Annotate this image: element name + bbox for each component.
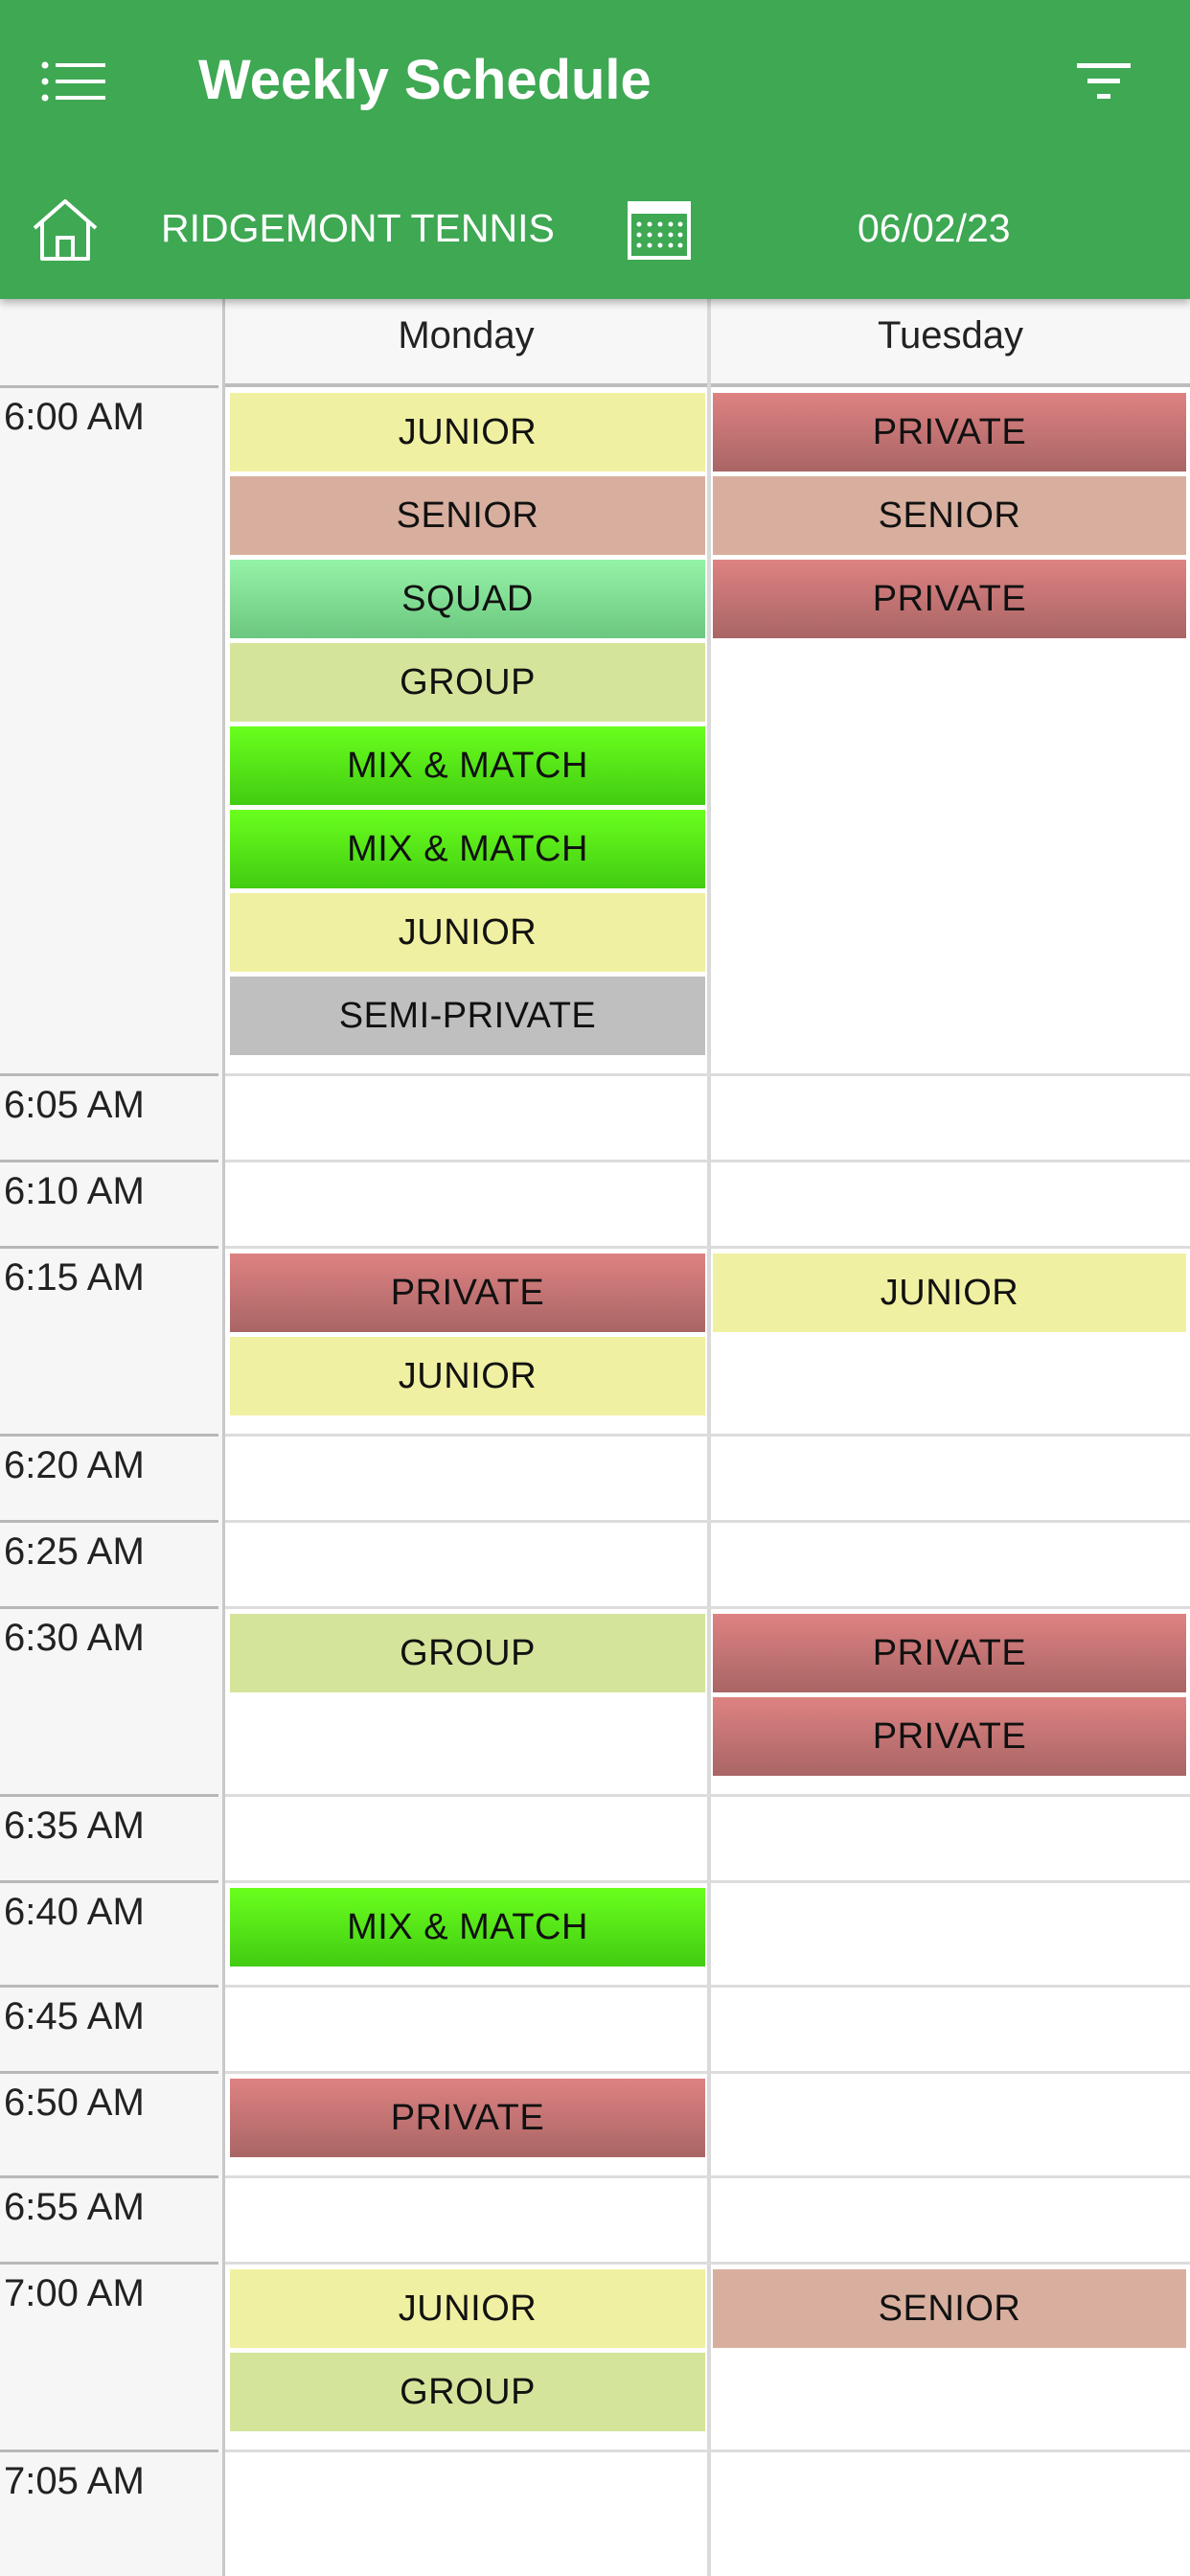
time-row-divider xyxy=(0,2071,218,2074)
event-junior[interactable]: JUNIOR xyxy=(230,1337,705,1415)
time-row-divider xyxy=(0,1606,218,1609)
time-column xyxy=(0,299,225,2576)
time-row-divider xyxy=(0,1246,218,1249)
event-mix-match[interactable]: MIX & MATCH xyxy=(230,726,705,805)
time-row-divider xyxy=(0,2262,218,2265)
event-group[interactable]: GROUP xyxy=(230,643,705,722)
row-divider xyxy=(225,1520,1190,1523)
event-private[interactable]: PRIVATE xyxy=(713,393,1186,472)
filter-icon[interactable] xyxy=(1073,58,1150,105)
time-label: 7:05 AM xyxy=(4,2460,145,2502)
event-mix-match[interactable]: MIX & MATCH xyxy=(230,810,705,888)
event-private[interactable]: PRIVATE xyxy=(230,2079,705,2157)
row-divider xyxy=(225,2450,1190,2452)
column-divider xyxy=(707,299,711,2576)
time-label: 6:40 AM xyxy=(4,1891,145,1933)
event-senior[interactable]: SENIOR xyxy=(713,476,1186,555)
time-label: 6:55 AM xyxy=(4,2186,145,2228)
event-group[interactable]: GROUP xyxy=(230,2353,705,2431)
time-row-divider xyxy=(0,1880,218,1883)
time-label: 6:45 AM xyxy=(4,1995,145,2037)
event-junior[interactable]: JUNIOR xyxy=(230,2269,705,2348)
event-junior[interactable]: JUNIOR xyxy=(230,393,705,472)
event-private[interactable]: PRIVATE xyxy=(713,560,1186,638)
calendar-icon[interactable] xyxy=(627,197,692,261)
club-name[interactable]: RIDGEMONT TENNIS xyxy=(161,201,555,255)
time-label: 6:15 AM xyxy=(4,1256,145,1299)
time-label: 6:10 AM xyxy=(4,1170,145,1212)
day-header-tuesday: Tuesday xyxy=(711,299,1190,387)
row-divider xyxy=(225,2071,1190,2074)
list-menu-icon[interactable] xyxy=(38,58,115,105)
day-header-monday: Monday xyxy=(225,299,707,387)
row-divider xyxy=(225,1160,1190,1162)
event-senior[interactable]: SENIOR xyxy=(230,476,705,555)
time-label: 6:50 AM xyxy=(4,2082,145,2124)
time-label: 6:00 AM xyxy=(4,396,145,438)
row-divider xyxy=(225,1880,1190,1883)
event-squad[interactable]: SQUAD xyxy=(230,560,705,638)
event-junior[interactable]: JUNIOR xyxy=(230,893,705,972)
event-semi-private[interactable]: SEMI-PRIVATE xyxy=(230,977,705,1055)
app-bar: Weekly Schedule RIDGEMONT TENNIS 06/02/2… xyxy=(0,0,1190,299)
row-divider xyxy=(225,2262,1190,2265)
event-senior[interactable]: SENIOR xyxy=(713,2269,1186,2348)
row-divider xyxy=(225,1434,1190,1437)
time-label: 6:05 AM xyxy=(4,1084,145,1126)
time-label: 6:30 AM xyxy=(4,1617,145,1659)
time-row-divider xyxy=(0,1794,218,1797)
event-junior[interactable]: JUNIOR xyxy=(713,1254,1186,1332)
selected-date[interactable]: 06/02/23 xyxy=(858,201,1011,255)
event-private[interactable]: PRIVATE xyxy=(230,1254,705,1332)
time-label: 6:25 AM xyxy=(4,1530,145,1573)
row-divider xyxy=(225,1794,1190,1797)
event-private[interactable]: PRIVATE xyxy=(713,1697,1186,1776)
event-private[interactable]: PRIVATE xyxy=(713,1614,1186,1692)
event-mix-match[interactable]: MIX & MATCH xyxy=(230,1888,705,1966)
schedule-grid: Monday Tuesday 6:00 AM JUNIOR SENIOR SQUAD G… xyxy=(0,299,1190,2576)
row-divider xyxy=(225,1073,1190,1076)
time-row-divider xyxy=(0,1985,218,1988)
time-row-divider xyxy=(0,2175,218,2178)
time-row-divider xyxy=(0,1434,218,1437)
row-divider xyxy=(225,1246,1190,1249)
row-divider xyxy=(225,1985,1190,1988)
time-label: 7:00 AM xyxy=(4,2272,145,2314)
time-label: 6:35 AM xyxy=(4,1805,145,1847)
time-row-divider xyxy=(0,1073,218,1076)
row-divider xyxy=(225,2175,1190,2178)
time-row-divider xyxy=(0,2450,218,2452)
page-title: Weekly Schedule xyxy=(198,49,652,111)
time-row-divider xyxy=(0,1160,218,1162)
time-row-divider xyxy=(0,385,218,388)
event-group[interactable]: GROUP xyxy=(230,1614,705,1692)
time-row-divider xyxy=(0,1520,218,1523)
home-icon[interactable] xyxy=(29,196,102,264)
row-divider xyxy=(225,1606,1190,1609)
time-label: 6:20 AM xyxy=(4,1444,145,1486)
